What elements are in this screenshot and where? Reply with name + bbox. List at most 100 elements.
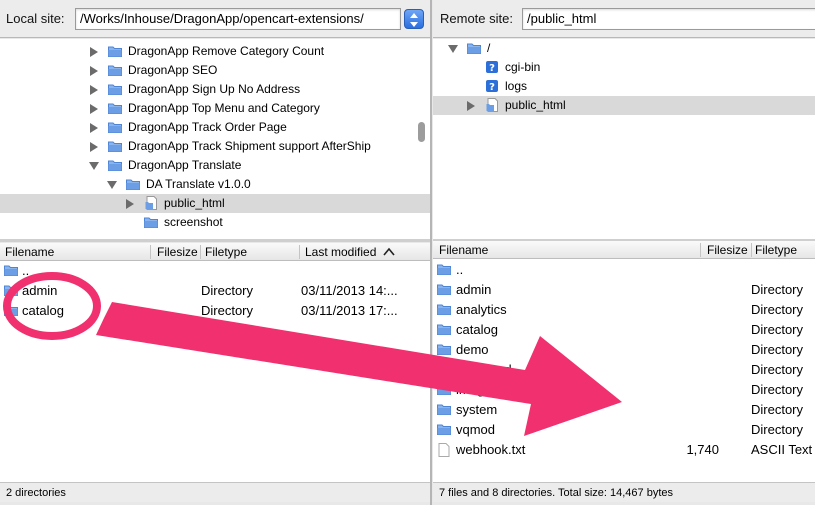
tree-item[interactable]: DragonApp Remove Category Count (0, 42, 430, 61)
file-type: Directory (751, 282, 804, 297)
file-modified: 03/11/2013 17:... (301, 303, 398, 318)
column-header-last-modified[interactable]: Last modified (305, 243, 376, 261)
tree-item[interactable]: DragonApp Track Order Page (0, 118, 430, 137)
tree-item[interactable]: screenshot (0, 213, 430, 232)
remote-site-label: Remote site: (440, 11, 513, 26)
file-row[interactable]: catalog Directory (433, 320, 815, 340)
folder-icon (4, 285, 18, 296)
document-folder-icon (486, 98, 498, 112)
collapse-triangle-icon[interactable] (89, 162, 99, 170)
folder-icon (108, 84, 122, 95)
folder-icon (126, 179, 140, 190)
updown-arrows-icon (410, 13, 418, 27)
file-row[interactable]: admin Directory (433, 280, 815, 300)
file-type: ASCII Text (751, 442, 813, 457)
tree-item[interactable]: DragonApp Track Shipment support AfterSh… (0, 137, 430, 156)
tree-item-label: / (487, 41, 491, 55)
svg-text:?: ? (489, 63, 495, 74)
tree-item-label: DA Translate v1.0.0 (146, 177, 251, 191)
tree-item-label: DragonApp Track Order Page (128, 120, 287, 134)
expand-triangle-icon[interactable] (90, 142, 98, 152)
remote-file-list[interactable]: Filename Filesize Filetype .. admin Direct… (433, 241, 815, 482)
local-site-path-input[interactable]: /Works/Inhouse/DragonApp/opencart-extens… (75, 8, 401, 30)
vertical-pane-splitter[interactable] (430, 0, 432, 505)
tree-item[interactable]: public_html (433, 96, 815, 115)
tree-item[interactable]: public_html (0, 194, 430, 213)
tree-item[interactable]: DragonApp SEO (0, 61, 430, 80)
file-row[interactable]: .. (433, 260, 815, 280)
tree-item[interactable]: DragonApp Sign Up No Address (0, 80, 430, 99)
file-name: admin (22, 283, 58, 298)
file-icon (438, 443, 450, 457)
local-site-dropdown-button[interactable] (404, 9, 424, 29)
file-name: image (456, 382, 492, 397)
remote-directory-tree[interactable]: / ? cgi-bin? logs public_html (433, 39, 815, 239)
collapse-triangle-icon[interactable] (107, 181, 117, 189)
file-name: admin (456, 282, 492, 297)
folder-icon (437, 404, 451, 415)
expand-triangle-icon[interactable] (467, 101, 475, 111)
local-directory-tree[interactable]: DragonApp Remove Category Count DragonApp… (0, 39, 430, 239)
local-file-list[interactable]: Filename Filesize Filetype Last modified… (0, 243, 430, 482)
column-header-filetype[interactable]: Filetype (205, 243, 247, 261)
file-name: webhook.txt (456, 442, 526, 457)
folder-icon (108, 65, 122, 76)
tree-item-label: DragonApp Remove Category Count (128, 44, 325, 58)
expand-triangle-icon[interactable] (90, 85, 98, 95)
expand-triangle-icon[interactable] (90, 123, 98, 133)
tree-item-label: DragonApp Track Shipment support AfterSh… (128, 139, 371, 153)
file-row[interactable]: demo Directory (433, 340, 815, 360)
file-row[interactable]: .. (0, 261, 430, 281)
unknown-item-icon: ? (486, 80, 498, 93)
folder-icon (437, 364, 451, 375)
column-header-filename[interactable]: Filename (439, 241, 488, 259)
expand-triangle-icon[interactable] (126, 199, 134, 209)
folder-icon (108, 141, 122, 152)
tree-item[interactable]: ? cgi-bin (433, 58, 815, 77)
file-name: catalog (22, 303, 64, 318)
file-modified: 03/11/2013 14:... (301, 283, 398, 298)
tree-item[interactable]: ? logs (433, 77, 815, 96)
tree-item[interactable]: DragonApp Translate (0, 156, 430, 175)
tree-item-label: DragonApp Top Menu and Category (128, 101, 320, 115)
file-type: Directory (751, 382, 804, 397)
remote-site-path-input[interactable]: /public_html (522, 8, 815, 30)
file-row[interactable]: catalog Directory 03/11/2013 17:... (0, 301, 430, 321)
file-row[interactable]: vqmod Directory (433, 420, 815, 440)
file-row[interactable]: image Directory (433, 380, 815, 400)
file-size: 1,740 (686, 442, 719, 457)
file-row[interactable]: system Directory (433, 400, 815, 420)
file-row[interactable]: download Directory (433, 360, 815, 380)
column-header-filesize[interactable]: Filesize (157, 243, 198, 261)
folder-icon (4, 305, 18, 316)
tree-item-label: public_html (164, 196, 225, 210)
folder-icon (437, 344, 451, 355)
remote-site-bar: Remote site: /public_html (433, 0, 815, 38)
file-name: vqmod (456, 422, 496, 437)
folder-icon (4, 265, 18, 276)
file-row[interactable]: admin Directory 03/11/2013 14:... (0, 281, 430, 301)
folder-icon (437, 264, 451, 275)
tree-item[interactable]: DA Translate v1.0.0 (0, 175, 430, 194)
folder-icon (467, 43, 481, 54)
column-header-filename[interactable]: Filename (5, 243, 54, 261)
file-type: Directory (201, 283, 254, 298)
local-pane-splitter[interactable] (0, 239, 430, 242)
file-name: .. (456, 262, 464, 277)
collapse-triangle-icon[interactable] (448, 45, 458, 53)
file-type: Directory (751, 342, 804, 357)
local-tree-scrollbar[interactable] (418, 122, 425, 142)
expand-triangle-icon[interactable] (90, 66, 98, 76)
local-site-bar: Local site: /Works/Inhouse/DragonApp/ope… (0, 0, 430, 38)
local-site-label: Local site: (6, 11, 65, 26)
file-row[interactable]: webhook.txt 1,740 ASCII Text (433, 440, 815, 460)
tree-item[interactable]: DragonApp Top Menu and Category (0, 99, 430, 118)
column-header-filetype[interactable]: Filetype (755, 241, 797, 259)
expand-triangle-icon[interactable] (90, 47, 98, 57)
file-row[interactable]: analytics Directory (433, 300, 815, 320)
folder-icon (437, 284, 451, 295)
expand-triangle-icon[interactable] (90, 104, 98, 114)
tree-item[interactable]: / (433, 39, 815, 58)
local-status-bar: 2 directories (0, 482, 430, 502)
column-header-filesize[interactable]: Filesize (707, 241, 748, 259)
